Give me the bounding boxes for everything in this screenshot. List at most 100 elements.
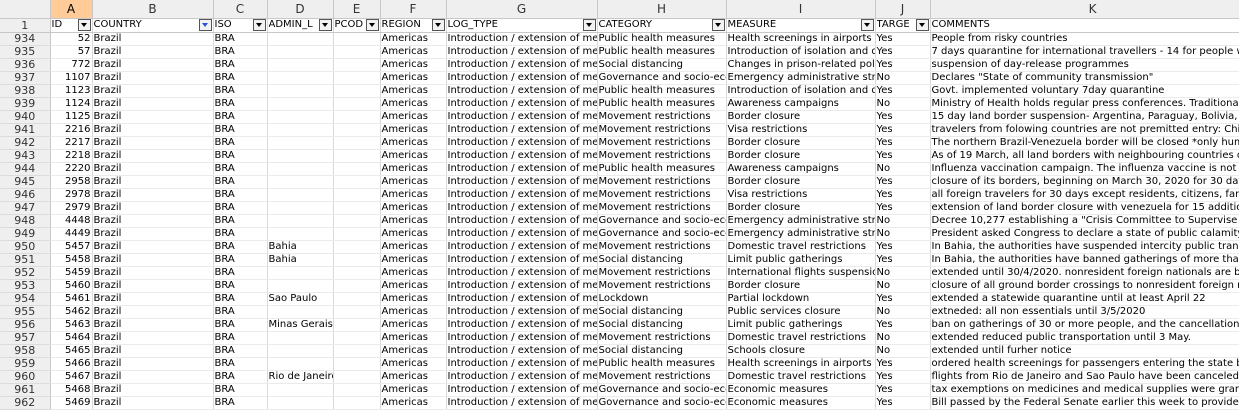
cell-admin-level[interactable]	[267, 188, 334, 202]
row-number[interactable]: 940	[0, 110, 51, 124]
cell-comments[interactable]: Decree 10,277 establishing a "Crisis Com…	[930, 214, 1239, 228]
cell-targeted[interactable]: Yes	[875, 32, 931, 46]
cell-country[interactable]: Brazil	[92, 175, 214, 189]
cell-id[interactable]: 4448	[50, 214, 93, 228]
cell-region[interactable]: Americas	[380, 370, 447, 384]
row-number[interactable]: 945	[0, 175, 51, 189]
column-letter-d[interactable]: D	[267, 0, 334, 19]
cell-category[interactable]: Governance and socio-eco	[597, 227, 727, 241]
cell-region[interactable]: Americas	[380, 396, 447, 410]
filter-dropdown-icon[interactable]	[915, 19, 929, 31]
cell-admin-level[interactable]	[267, 383, 334, 397]
cell-comments[interactable]: Bill passed by the Federal Senate earlie…	[930, 396, 1239, 410]
cell-targeted[interactable]: No	[875, 344, 931, 358]
cell-id[interactable]: 2216	[50, 123, 93, 137]
filter-dropdown-icon[interactable]	[431, 19, 445, 31]
cell-measure[interactable]: Emergency administrative str	[726, 71, 876, 85]
cell-region[interactable]: Americas	[380, 149, 447, 163]
cell-log-type[interactable]: Introduction / extension of me	[446, 240, 598, 254]
cell-country[interactable]: Brazil	[92, 214, 214, 228]
cell-id[interactable]: 5465	[50, 344, 93, 358]
cell-id[interactable]: 2218	[50, 149, 93, 163]
cell-category[interactable]: Movement restrictions	[597, 136, 727, 150]
cell-country[interactable]: Brazil	[92, 370, 214, 384]
cell-comments[interactable]: Declares "State of community transmissio…	[930, 71, 1239, 85]
row-number[interactable]: 957	[0, 331, 51, 345]
cell-measure[interactable]: Schools closure	[726, 344, 876, 358]
cell-comments[interactable]: People from risky countries	[930, 32, 1239, 46]
cell-region[interactable]: Americas	[380, 201, 447, 215]
cell-admin-level[interactable]	[267, 305, 334, 319]
cell-pcode[interactable]	[333, 344, 381, 358]
cell-log-type[interactable]: Introduction / extension of me	[446, 331, 598, 345]
cell-region[interactable]: Americas	[380, 240, 447, 254]
cell-comments[interactable]: extended until furher notice	[930, 344, 1239, 358]
cell-measure[interactable]: Public services closure	[726, 305, 876, 319]
cell-log-type[interactable]: Introduction / extension of me	[446, 214, 598, 228]
cell-category[interactable]: Movement restrictions	[597, 240, 727, 254]
column-letter-c[interactable]: C	[213, 0, 268, 19]
cell-pcode[interactable]	[333, 396, 381, 410]
cell-category[interactable]: Public health measures	[597, 45, 727, 59]
cell-targeted[interactable]: No	[875, 71, 931, 85]
cell-country[interactable]: Brazil	[92, 71, 214, 85]
cell-country[interactable]: Brazil	[92, 253, 214, 267]
cell-country[interactable]: Brazil	[92, 201, 214, 215]
cell-log-type[interactable]: Introduction / extension of me	[446, 188, 598, 202]
column-letter-j[interactable]: J	[875, 0, 931, 19]
cell-targeted[interactable]: Yes	[875, 149, 931, 163]
cell-comments[interactable]: flights from Rio de Janeiro and Sao Paul…	[930, 370, 1239, 384]
cell-measure[interactable]: Economic measures	[726, 396, 876, 410]
cell-category[interactable]: Movement restrictions	[597, 123, 727, 137]
cell-category[interactable]: Social distancing	[597, 305, 727, 319]
cell-category[interactable]: Social distancing	[597, 253, 727, 267]
cell-iso[interactable]: BRA	[213, 188, 268, 202]
cell-category[interactable]: Governance and socio-eco	[597, 396, 727, 410]
cell-comments[interactable]: The northern Brazil-Venezuela border wil…	[930, 136, 1239, 150]
row-number[interactable]: 934	[0, 32, 51, 46]
cell-admin-level[interactable]: Bahia	[267, 240, 334, 254]
cell-log-type[interactable]: Introduction / extension of me	[446, 175, 598, 189]
cell-comments[interactable]: all foreign travelers for 30 days except…	[930, 188, 1239, 202]
cell-id[interactable]: 5469	[50, 396, 93, 410]
cell-id[interactable]: 1107	[50, 71, 93, 85]
row-number[interactable]: 949	[0, 227, 51, 241]
cell-measure[interactable]: Introduction of isolation and q	[726, 45, 876, 59]
row-number[interactable]: 952	[0, 266, 51, 280]
cell-admin-level[interactable]	[267, 110, 334, 124]
cell-category[interactable]: Movement restrictions	[597, 175, 727, 189]
cell-iso[interactable]: BRA	[213, 84, 268, 98]
cell-id[interactable]: 5464	[50, 331, 93, 345]
cell-iso[interactable]: BRA	[213, 45, 268, 59]
cell-pcode[interactable]	[333, 97, 381, 111]
cell-region[interactable]: Americas	[380, 227, 447, 241]
cell-comments[interactable]: ordered health screenings for passengers…	[930, 357, 1239, 371]
cell-measure[interactable]: Awareness campaigns	[726, 162, 876, 176]
cell-targeted[interactable]: Yes	[875, 253, 931, 267]
cell-iso[interactable]: BRA	[213, 292, 268, 306]
cell-pcode[interactable]	[333, 240, 381, 254]
cell-iso[interactable]: BRA	[213, 279, 268, 293]
cell-country[interactable]: Brazil	[92, 45, 214, 59]
cell-admin-level[interactable]	[267, 32, 334, 46]
cell-category[interactable]: Movement restrictions	[597, 201, 727, 215]
cell-pcode[interactable]	[333, 266, 381, 280]
cell-region[interactable]: Americas	[380, 214, 447, 228]
cell-region[interactable]: Americas	[380, 357, 447, 371]
row-number[interactable]: 1	[0, 18, 51, 33]
cell-comments[interactable]: extended reduced public transportation u…	[930, 331, 1239, 345]
cell-log-type[interactable]: Introduction / extension of me	[446, 279, 598, 293]
cell-category[interactable]: Lockdown	[597, 292, 727, 306]
cell-category[interactable]: Social distancing	[597, 344, 727, 358]
cell-targeted[interactable]: Yes	[875, 175, 931, 189]
cell-measure[interactable]: Introduction of isolation and q	[726, 84, 876, 98]
row-number[interactable]: 938	[0, 84, 51, 98]
row-number[interactable]: 946	[0, 188, 51, 202]
cell-pcode[interactable]	[333, 383, 381, 397]
cell-measure[interactable]: Emergency administrative str	[726, 227, 876, 241]
cell-region[interactable]: Americas	[380, 123, 447, 137]
cell-region[interactable]: Americas	[380, 305, 447, 319]
cell-measure[interactable]: Border closure	[726, 149, 876, 163]
cell-log-type[interactable]: Introduction / extension of me	[446, 110, 598, 124]
filter-dropdown-icon[interactable]	[252, 19, 266, 31]
